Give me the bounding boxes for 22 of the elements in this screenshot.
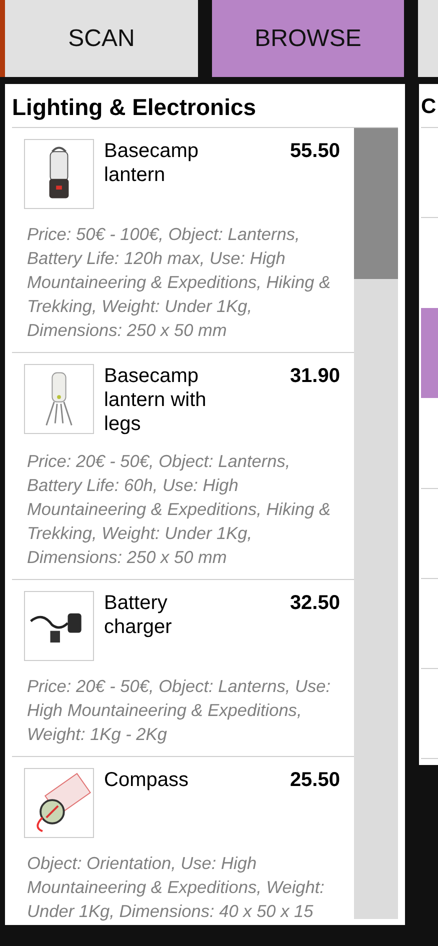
product-price: 32.50	[290, 591, 340, 615]
category-title: Lighting & Electronics	[12, 84, 398, 128]
tab[interactable]: BROWSE	[212, 0, 404, 77]
product-name: Compass	[104, 768, 190, 792]
product-name: Basecamp lantern with legs	[104, 364, 208, 436]
product-row[interactable]: Compass 25.50 Object: Orientation, Use: High Mountaineering & Expeditions, Weight: Under 1Kg, Dimensions: 40 x 50 x 15	[12, 757, 354, 933]
product-row[interactable]: Basecamp lantern 55.50 Price: 50€ - 100€, Object: Lanterns, Battery Life: 120h max, Use: High Mountaineering & Expeditions, Hiking & Trekking, Weight: Under 1Kg, Dimensions: 250 x 50 mm	[12, 128, 354, 353]
product-description: Price: 20€ - 50€, Object: Lanterns, Battery Life: 60h, Use: High Mountaineering & Expeditions, Hiking & Trekking, Weight: Under 1Kg, Dimensions: 250 x 50 mm	[26, 450, 332, 569]
tab[interactable]: SCAN	[5, 0, 198, 77]
product-row[interactable]: Basecamp lantern with legs 31.90 Price: 20€ - 50€, Object: Lanterns, Battery Life: 60h, Use: High Mountaineering & Expeditions, Hiking & Trekking, Weight: Under 1Kg, Dimensions: 250 x 50 mm	[12, 353, 354, 580]
product-price: 25.50	[290, 768, 340, 792]
product-row[interactable]: Battery charger 32.50 Price: 20€ - 50€, Object: Lanterns, Use: High Mountaineering & Expeditions, Weight: 1Kg - 2Kg	[12, 580, 354, 757]
product-name: Battery charger	[104, 591, 173, 639]
category-title: C	[421, 84, 438, 128]
product-name: Basecamp lantern	[104, 139, 200, 187]
product-description: Price: 20€ - 50€, Object: Lanterns, Use: High Mountaineering & Expeditions, Weight: 1Kg - 2Kg	[26, 675, 332, 746]
product-price: 55.50	[290, 139, 340, 163]
scrollbar-thumb[interactable]	[354, 128, 398, 279]
product-description: Object: Orientation, Use: High Mountaineering & Expeditions, Weight: Under 1Kg, Dimensions: 40 x 50 x 15	[26, 852, 326, 923]
product-price: 31.90	[290, 364, 340, 388]
product-description: Price: 50€ - 100€, Object: Lanterns, Battery Life: 120h max, Use: High Mountaineering & Expeditions, Hiking & Trekking, Weight: Under 1Kg, Dimensions: 250 x 50 mm	[26, 223, 332, 342]
scrollbar-track[interactable]	[354, 128, 398, 919]
